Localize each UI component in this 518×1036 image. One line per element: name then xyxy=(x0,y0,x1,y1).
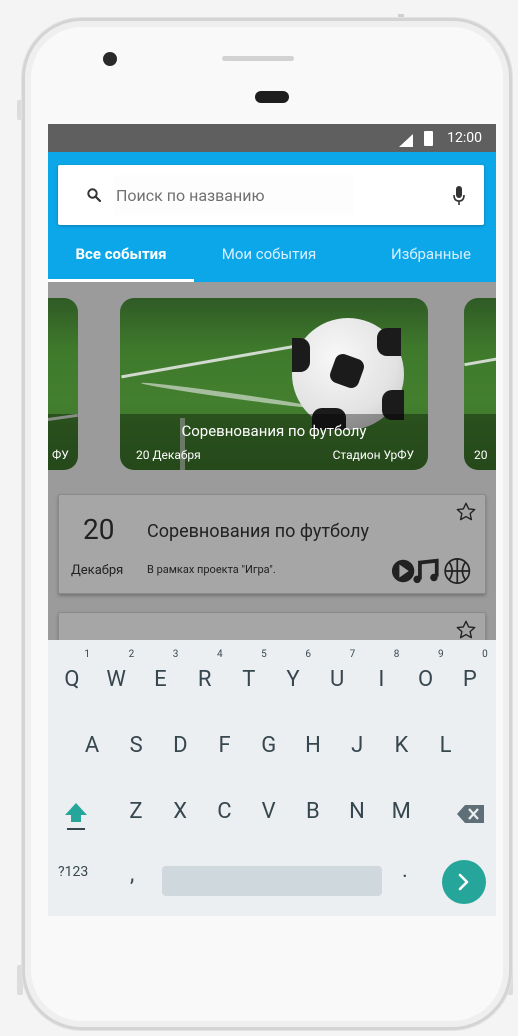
space-key[interactable] xyxy=(162,866,382,896)
key-n[interactable]: N xyxy=(337,790,377,834)
tab-all-events[interactable]: Все события xyxy=(58,232,184,282)
carousel-left-text: ФУ xyxy=(52,448,69,462)
key-p[interactable]: P0 xyxy=(450,650,490,702)
key-a[interactable]: A xyxy=(72,724,112,768)
battery-icon xyxy=(424,131,433,146)
star-icon[interactable] xyxy=(455,619,477,641)
microphone-icon[interactable] xyxy=(452,185,466,207)
key-i[interactable]: I8 xyxy=(361,650,401,702)
search-input[interactable] xyxy=(114,175,354,215)
backspace-icon[interactable] xyxy=(456,804,486,824)
basketball-icon xyxy=(444,558,471,584)
key-j[interactable]: J xyxy=(337,724,377,768)
key-o[interactable]: O9 xyxy=(406,650,446,702)
status-time: 12:00 xyxy=(447,130,482,146)
key-l[interactable]: L xyxy=(426,724,466,768)
carousel-card-main[interactable]: Соревнования по футболу 20 Декабря Стади… xyxy=(120,298,428,470)
play-icon xyxy=(391,559,415,583)
key-f[interactable]: F xyxy=(205,724,245,768)
shift-icon[interactable] xyxy=(62,800,90,832)
key-z[interactable]: Z xyxy=(116,790,156,834)
earpiece-speaker xyxy=(222,56,294,61)
chevron-right-icon xyxy=(458,873,469,891)
status-bar: 12:00 xyxy=(48,124,496,152)
tab-bar: Все события Мои события Избранные xyxy=(48,232,496,282)
event-category-icons xyxy=(391,558,471,584)
key-g[interactable]: G xyxy=(249,724,289,768)
comma-key[interactable]: , xyxy=(130,862,134,887)
event-card[interactable]: 20 Декабря Соревнования по футболу В рам… xyxy=(58,494,486,594)
event-subtitle: В рамках проекта "Игра". xyxy=(147,563,276,576)
carousel-caption: Соревнования по футболу 20 Декабря Стади… xyxy=(120,414,428,470)
event-month: Декабря xyxy=(71,563,124,578)
key-c[interactable]: C xyxy=(204,790,244,834)
period-key[interactable]: . xyxy=(402,858,408,883)
screen: 12:00 Все события Мои события Избранные xyxy=(48,124,496,916)
key-u[interactable]: U7 xyxy=(317,650,357,702)
key-x[interactable]: X xyxy=(160,790,200,834)
content-area: ФУ Соревнования по футболу 20 Декабря Ст… xyxy=(48,282,496,672)
key-k[interactable]: K xyxy=(381,724,421,768)
key-s[interactable]: S xyxy=(116,724,156,768)
on-screen-keyboard: Q1W2E3R4T5Y6U7I8O9P0 ASDFGHJKL ZXCVBNM ?… xyxy=(48,640,496,916)
carousel-title: Соревнования по футболу xyxy=(181,422,367,440)
key-e[interactable]: E3 xyxy=(140,650,180,702)
tab-my-events[interactable]: Мои события xyxy=(194,232,344,282)
carousel-card-left[interactable]: ФУ xyxy=(48,298,78,470)
key-m[interactable]: M xyxy=(381,790,421,834)
symbols-key[interactable]: ?123 xyxy=(58,864,88,880)
carousel-right-text: 20 xyxy=(474,448,488,462)
key-t[interactable]: T5 xyxy=(229,650,269,702)
event-title: Соревнования по футболу xyxy=(147,521,370,542)
carousel-place: Стадион УрФУ xyxy=(332,448,414,462)
key-d[interactable]: D xyxy=(160,724,200,768)
app-bar: Все события Мои события Избранные xyxy=(48,152,496,282)
carousel-card-right[interactable]: 20 xyxy=(464,298,496,470)
proximity-sensor xyxy=(255,91,289,103)
key-y[interactable]: Y6 xyxy=(273,650,313,702)
key-h[interactable]: H xyxy=(293,724,333,768)
event-day: 20 xyxy=(83,513,115,546)
key-r[interactable]: R4 xyxy=(185,650,225,702)
star-icon[interactable] xyxy=(455,501,477,523)
search-icon xyxy=(87,188,102,203)
search-box[interactable] xyxy=(58,165,484,225)
signal-icon xyxy=(399,134,413,147)
music-icon xyxy=(413,558,439,584)
front-camera xyxy=(103,52,117,66)
enter-key[interactable] xyxy=(442,860,486,904)
key-b[interactable]: B xyxy=(293,790,333,834)
carousel-date: 20 Декабря xyxy=(136,448,201,462)
key-q[interactable]: Q1 xyxy=(52,650,92,702)
tab-favorites[interactable]: Избранные xyxy=(366,232,496,282)
key-w[interactable]: W2 xyxy=(96,650,136,702)
key-v[interactable]: V xyxy=(249,790,289,834)
